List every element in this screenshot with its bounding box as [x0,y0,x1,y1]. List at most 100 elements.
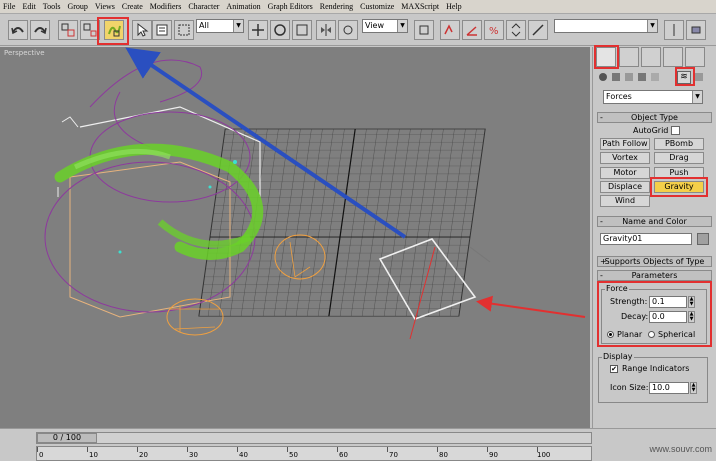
menu-graph-editors[interactable]: Graph Editors [268,2,313,11]
menu-views[interactable]: Views [95,2,115,11]
time-slider-thumb[interactable]: 0 / 100 [37,433,97,443]
menu-customize[interactable]: Customize [360,2,394,11]
supports-objects-rollout[interactable]: + Supports Objects of Type [597,256,712,267]
menu-help[interactable]: Help [446,2,462,11]
spinner-snap-icon[interactable] [506,20,526,40]
reference-coordinate-dropdown[interactable]: View ▼ [362,19,408,33]
displace-button[interactable]: Displace [600,181,650,193]
pbomb-button[interactable]: PBomb [654,138,704,150]
gravity-highlight [650,177,708,197]
menu-edit[interactable]: Edit [22,2,35,11]
range-indicators-checkbox[interactable]: ✔ [610,365,618,373]
chevron-down-icon: ▼ [397,20,407,32]
vortex-button[interactable]: Vortex [600,152,650,164]
select-and-move-icon[interactable] [248,20,268,40]
tick-label: 80 [439,451,448,459]
align-icon[interactable] [338,20,358,40]
align-tool-icon[interactable] [686,20,706,40]
menu-tools[interactable]: Tools [43,2,61,11]
motion-tab-icon[interactable] [663,47,683,67]
object-name-field[interactable]: Gravity01 [600,233,692,245]
pivot-icon[interactable] [414,20,434,40]
angle-snap-icon[interactable] [462,20,482,40]
hierarchy-tab-icon[interactable] [641,47,661,67]
snap-icon[interactable] [440,20,460,40]
geometry-icon[interactable] [599,73,607,81]
select-and-rotate-icon[interactable] [270,20,290,40]
redo-icon[interactable] [30,20,50,40]
drag-button[interactable]: Drag [654,152,704,164]
named-selection-dropdown[interactable]: ▼ [554,19,658,33]
tick-label: 10 [89,451,98,459]
path-follow-button[interactable]: Path Follow [600,138,650,150]
time-slider[interactable]: 0 / 100 [36,432,592,444]
helpers-icon[interactable] [651,73,659,81]
space-warps-highlight [675,67,695,86]
menu-modifiers[interactable]: Modifiers [150,2,182,11]
category-dropdown[interactable]: Forces ▼ [603,90,703,104]
named-selection-icon[interactable] [528,20,548,40]
icon-size-input[interactable]: 10.0 [649,382,689,394]
select-object-icon[interactable] [132,20,152,40]
select-by-name-icon[interactable] [152,20,172,40]
name-color-rollout[interactable]: - Name and Color [597,216,712,227]
menu-maxscript[interactable]: MAXScript [401,2,439,11]
menu-group[interactable]: Group [67,2,87,11]
time-slider-area: 0 / 100 0 10 20 30 40 50 60 70 80 90 100… [0,428,716,461]
tick-label: 30 [189,451,198,459]
menu-character[interactable]: Character [188,2,219,11]
name-color-title: Name and Color [622,217,687,226]
svg-text:%: % [489,26,499,37]
menu-rendering[interactable]: Rendering [320,2,353,11]
parameters-title: Parameters [631,271,678,280]
annotation-arrow-red [476,295,586,318]
menu-animation[interactable]: Animation [226,2,260,11]
modify-tab-icon[interactable] [619,47,639,67]
icon-size-spinner[interactable]: ▲ ▼ [690,382,697,394]
track-bar[interactable]: 0 10 20 30 40 50 60 70 80 90 100 [36,446,592,461]
chevron-down-icon: ▼ [233,20,243,32]
select-and-scale-icon[interactable] [292,20,312,40]
command-panel: ≋ Forces ▼ - Object Type AutoGrid Path Fol… [592,45,716,428]
tick-label: 90 [489,451,498,459]
watermark: www.souvr.com [649,444,712,454]
parameters-highlight [597,281,712,347]
tick-label: 70 [389,451,398,459]
category-icon-row: ≋ [597,71,713,85]
viewport-scene [44,47,586,340]
undo-icon[interactable] [8,20,28,40]
utilities-tab-icon[interactable] [685,47,705,67]
shapes-icon[interactable] [612,73,620,81]
region-select-icon[interactable] [174,20,194,40]
supports-objects-title: Supports Objects of Type [604,257,705,266]
wind-button[interactable]: Wind [600,195,650,207]
parameters-rollout[interactable]: - Parameters [597,270,712,281]
motor-button[interactable]: Motor [600,167,650,179]
percent-snap-icon[interactable]: % [484,20,504,40]
tick-label: 40 [239,451,248,459]
perspective-viewport[interactable]: Perspective [0,47,590,428]
chevron-down-icon: ▼ [692,91,702,103]
select-link-icon[interactable] [58,20,78,40]
create-tab-highlight [594,45,619,69]
object-color-swatch[interactable] [697,233,709,245]
mirror-icon[interactable] [316,20,336,40]
object-type-rollout[interactable]: - Object Type [597,112,712,123]
menu-file[interactable]: File [3,2,15,11]
main-toolbar: All ▼ View ▼ % ▼ [0,14,716,46]
tick-label: 0 [39,451,44,459]
menu-bar: File Edit Tools Group Views Create Modif… [0,0,716,14]
lights-icon[interactable] [625,73,633,81]
menu-create[interactable]: Create [122,2,143,11]
autogrid-checkbox[interactable] [671,126,680,135]
systems-icon[interactable] [695,73,703,81]
autogrid-label: AutoGrid [633,126,669,135]
selection-filter-dropdown[interactable]: All ▼ [196,19,244,33]
range-indicators-label: Range Indicators [622,364,690,373]
cameras-icon[interactable] [638,73,646,81]
display-group-label: Display [602,352,634,361]
chevron-down-icon: ▼ [647,20,657,32]
mirror-tool-icon[interactable] [664,20,684,40]
tick-label: 20 [139,451,148,459]
reference-coordinate-value: View [365,21,384,30]
